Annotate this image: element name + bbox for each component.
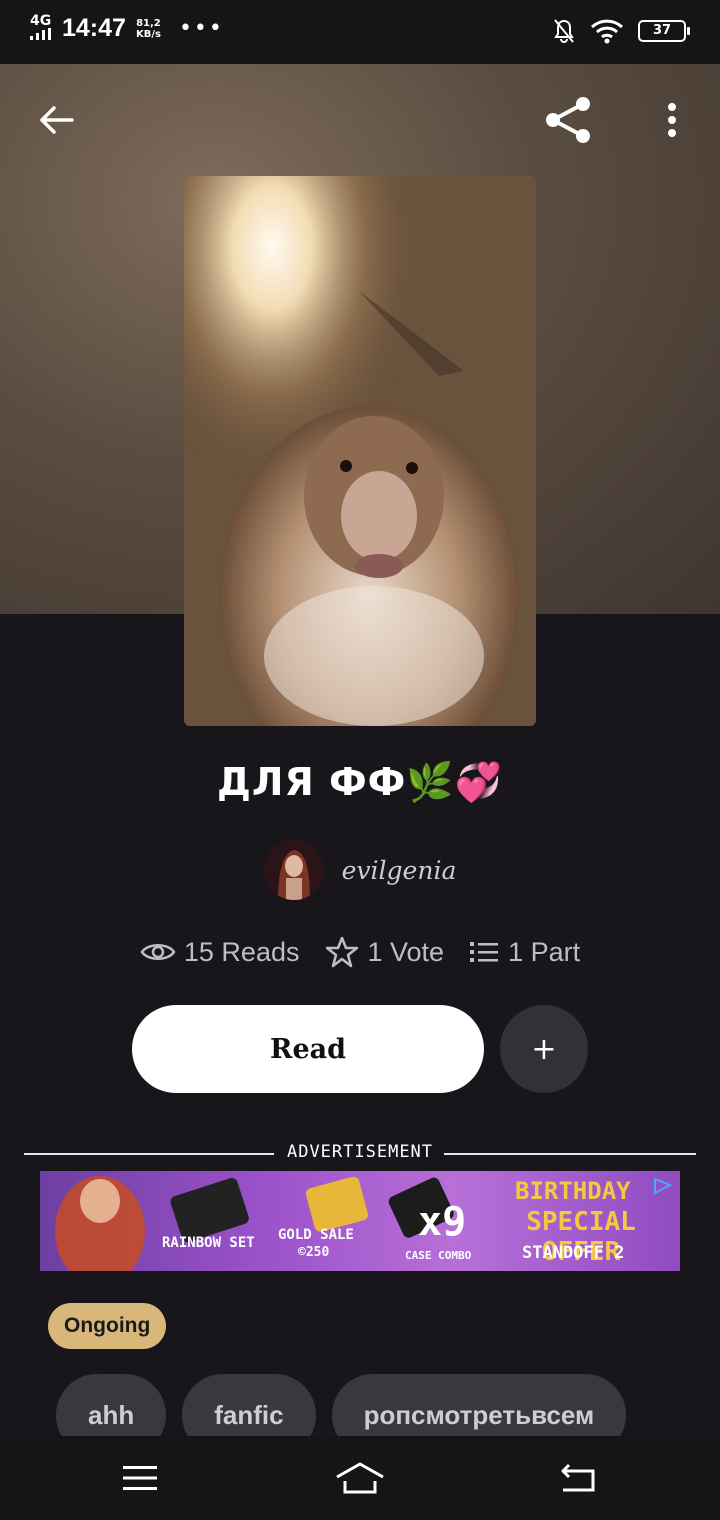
author-row[interactable]: evilgenia bbox=[0, 840, 720, 900]
tag-chip[interactable]: ропсмотретьвсем bbox=[331, 1374, 627, 1436]
advertisement-label: ADVERTISEMENT bbox=[24, 1142, 696, 1166]
battery-icon: 37 bbox=[638, 20, 690, 42]
ad-case-combo: CASE COMBO bbox=[405, 1249, 472, 1262]
network-speed: 81,2 KB/s bbox=[136, 18, 161, 40]
votes-count: 1 Vote bbox=[367, 936, 445, 967]
back-nav-button[interactable] bbox=[548, 1456, 608, 1500]
mute-bell-icon bbox=[554, 19, 574, 43]
ad-multiplier: x9 bbox=[418, 1199, 467, 1245]
ad-standoff: STANDOFF 2 bbox=[522, 1243, 625, 1263]
arrow-left-icon bbox=[40, 106, 74, 134]
advertisement-text: ADVERTISEMENT bbox=[286, 1142, 434, 1162]
kebab-menu-icon bbox=[668, 103, 676, 137]
signal-icon bbox=[30, 28, 51, 40]
story-stats: 15 Reads 1 Vote 1 Part bbox=[0, 936, 720, 968]
speed-value: 81,2 bbox=[136, 17, 161, 29]
network-indicator: 4G bbox=[30, 14, 52, 43]
hamster-photo bbox=[184, 176, 536, 726]
add-to-library-button[interactable]: + bbox=[500, 1005, 588, 1093]
eye-icon bbox=[140, 944, 176, 960]
ad-gold-sale: GOLD SALE bbox=[278, 1227, 354, 1243]
parts-stat[interactable]: 1 Part bbox=[470, 937, 580, 968]
status-badge: Ongoing bbox=[48, 1303, 167, 1349]
story-title: ДЛЯ ФФ🌿💞 bbox=[217, 760, 503, 804]
back-button[interactable] bbox=[26, 90, 86, 150]
reads-count: 15 Reads bbox=[183, 936, 300, 967]
read-button[interactable]: Read bbox=[132, 1005, 484, 1093]
system-nav-bar bbox=[0, 1436, 720, 1520]
tag-chip[interactable]: ahh bbox=[56, 1374, 167, 1436]
author-avatar[interactable] bbox=[263, 840, 324, 900]
parts-count: 1 Part bbox=[508, 936, 581, 967]
list-icon bbox=[470, 942, 499, 962]
votes-stat: 1 Vote bbox=[325, 936, 444, 968]
tags-scroller[interactable]: ahh fanfic ропсмотретьвсем bbox=[0, 1374, 690, 1436]
menu-button[interactable] bbox=[110, 1456, 170, 1500]
more-notifications-icon: ••• bbox=[178, 16, 224, 41]
star-icon bbox=[326, 936, 359, 968]
author-name[interactable]: evilgenia bbox=[342, 856, 457, 885]
home-button[interactable] bbox=[330, 1456, 390, 1500]
story-cover-image[interactable] bbox=[184, 176, 536, 726]
ad-price: ©250 bbox=[298, 1245, 330, 1260]
wifi-icon bbox=[590, 19, 624, 44]
tag-chip[interactable]: fanfic bbox=[182, 1374, 316, 1436]
reads-stat: 15 Reads bbox=[140, 936, 300, 968]
more-options-button[interactable] bbox=[642, 90, 702, 150]
home-icon bbox=[336, 1462, 384, 1494]
ad-banner[interactable]: RAINBOW SET GOLD SALE ©250 x9 CASE COMBO… bbox=[40, 1171, 680, 1271]
share-button[interactable] bbox=[538, 90, 598, 150]
hamburger-icon bbox=[123, 1466, 157, 1490]
speed-unit: KB/s bbox=[135, 28, 161, 40]
avatar-image bbox=[263, 840, 324, 900]
ad-birthday: BIRTHDAY bbox=[515, 1177, 631, 1205]
status-bar: 4G 14:47 81,2 KB/s ••• 37 bbox=[0, 0, 720, 64]
share-icon bbox=[546, 97, 590, 143]
network-type: 4G bbox=[30, 13, 52, 29]
clock: 14:47 bbox=[62, 14, 126, 42]
return-icon bbox=[561, 1463, 595, 1492]
ad-rainbow-set: RAINBOW SET bbox=[162, 1235, 255, 1251]
